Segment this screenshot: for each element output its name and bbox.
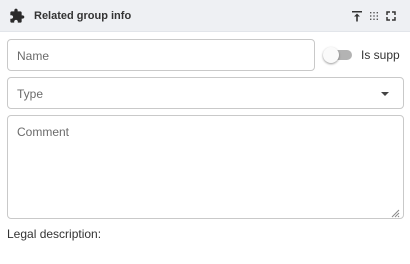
type-placeholder: Type	[17, 87, 44, 101]
grid-icon[interactable]	[367, 9, 381, 23]
pin-top-icon[interactable]	[350, 9, 364, 23]
puzzle-icon	[9, 8, 25, 24]
comment-textarea[interactable]: Comment	[7, 115, 404, 219]
toggle-thumb	[323, 47, 339, 63]
fullscreen-icon[interactable]	[384, 9, 398, 23]
comment-placeholder: Comment	[17, 125, 70, 139]
resize-handle-icon[interactable]	[390, 205, 400, 218]
name-placeholder: Name	[17, 49, 50, 63]
is-supp-label: Is supp	[361, 48, 400, 62]
name-input[interactable]: Name	[7, 39, 315, 71]
panel-header: Related group info	[0, 0, 410, 32]
is-supp-toggle[interactable]	[323, 47, 353, 63]
legal-description-label: Legal description:	[7, 227, 102, 241]
related-group-panel: Related group info Name Is supp Type Com…	[0, 0, 410, 264]
chevron-down-icon	[381, 92, 389, 96]
type-select[interactable]: Type	[7, 77, 404, 109]
panel-title: Related group info	[34, 10, 132, 22]
